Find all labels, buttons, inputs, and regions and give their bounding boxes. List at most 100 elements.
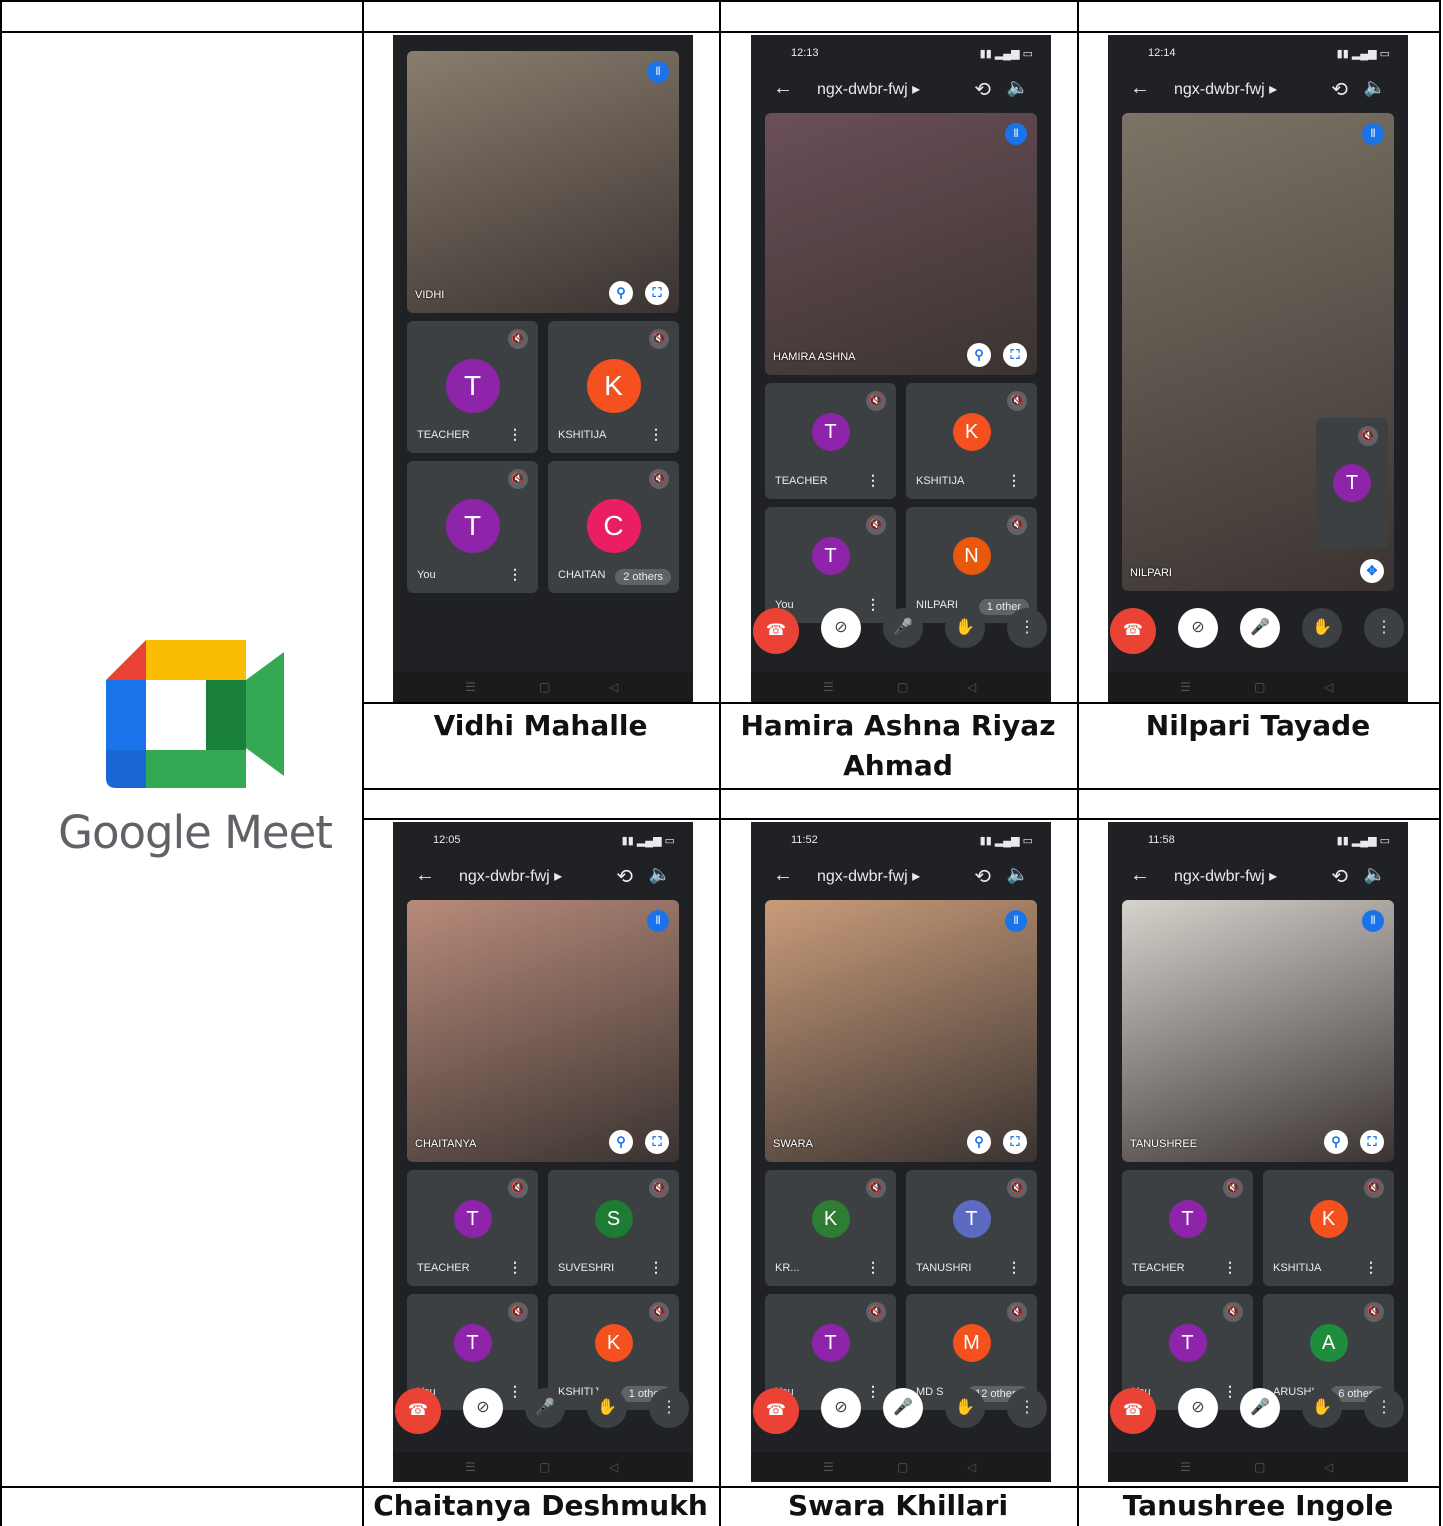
back-arrow-icon[interactable]: ← [773, 864, 793, 887]
back-arrow-icon[interactable]: ← [1130, 77, 1150, 100]
participant-tile[interactable]: 🔇 T TANUSHRI ⋮ [906, 1170, 1037, 1286]
participant-tile[interactable]: 🔇 K KSHITIJA ⋮ [548, 321, 679, 453]
back-arrow-icon[interactable]: ← [415, 864, 435, 887]
participant-tile[interactable]: 🔇 T TEACHER ⋮ [407, 1170, 538, 1286]
participant-tile[interactable]: 🔇 K KSHITIJA ⋮ [1263, 1170, 1394, 1286]
raise-hand-button[interactable]: ✋ [945, 1388, 985, 1428]
home-icon[interactable]: ▢ [1254, 1460, 1265, 1474]
participant-tile[interactable]: 🔇 S SUVESHRI ⋮ [548, 1170, 679, 1286]
home-icon[interactable]: ▢ [539, 680, 550, 694]
participant-tile[interactable]: 🔇 T You ⋮ [407, 461, 538, 593]
back-arrow-icon[interactable]: ← [1130, 864, 1150, 887]
back-icon[interactable]: ◁ [609, 680, 618, 694]
menu-icon[interactable]: ☰ [1180, 680, 1191, 694]
home-icon[interactable]: ▢ [897, 1460, 908, 1474]
switch-camera-icon[interactable]: ⟲ [974, 864, 991, 889]
fullscreen-icon[interactable]: ✥ [1360, 559, 1384, 583]
back-icon[interactable]: ◁ [1324, 680, 1333, 694]
raise-hand-button[interactable]: ✋ [587, 1388, 627, 1428]
speaker-icon[interactable]: 🔈 [649, 864, 671, 885]
more-options-icon[interactable]: ⋮ [1364, 1259, 1378, 1276]
more-options-icon[interactable]: ⋮ [508, 1259, 522, 1276]
fullscreen-icon[interactable]: ⛶ [1360, 1130, 1384, 1154]
pin-icon[interactable]: ⚲ [967, 343, 991, 367]
participant-tile[interactable]: 🔇 K KSHITIJA ⋮ [906, 383, 1037, 499]
end-call-button[interactable]: ☎ [1110, 608, 1156, 654]
participant-tile[interactable]: 🔇 N NILPARI 1 other [906, 507, 1037, 623]
raise-hand-button[interactable]: ✋ [1302, 608, 1342, 648]
more-options-button[interactable]: ⋮ [649, 1388, 689, 1428]
mic-button[interactable]: 🎤 [1240, 1388, 1280, 1428]
camera-off-button[interactable]: ⊘ [821, 1388, 861, 1428]
end-call-button[interactable]: ☎ [395, 1388, 441, 1434]
pin-icon[interactable]: ⚲ [967, 1130, 991, 1154]
end-call-button[interactable]: ☎ [753, 1388, 799, 1434]
back-arrow-icon[interactable]: ← [773, 77, 793, 100]
fullscreen-icon[interactable]: ⛶ [645, 1130, 669, 1154]
menu-icon[interactable]: ☰ [823, 680, 834, 694]
meeting-code[interactable]: ngx-dwbr-fwj ▸ [817, 866, 920, 886]
fullscreen-icon[interactable]: ⛶ [1003, 1130, 1027, 1154]
participant-tile[interactable]: 🔇 C CHAITAN 2 others [548, 461, 679, 593]
speaker-icon[interactable]: 🔈 [1007, 864, 1029, 885]
more-options-button[interactable]: ⋮ [1007, 608, 1047, 648]
mic-button[interactable]: 🎤 [883, 1388, 923, 1428]
more-options-icon[interactable]: ⋮ [1007, 472, 1021, 489]
participant-tile[interactable]: 🔇 T You ⋮ [765, 507, 896, 623]
menu-icon[interactable]: ☰ [1180, 1460, 1191, 1474]
raise-hand-button[interactable]: ✋ [945, 608, 985, 648]
home-icon[interactable]: ▢ [897, 680, 908, 694]
camera-off-button[interactable]: ⊘ [1178, 1388, 1218, 1428]
mic-button[interactable]: 🎤 [1240, 608, 1280, 648]
meeting-code[interactable]: ngx-dwbr-fwj ▸ [817, 79, 920, 99]
switch-camera-icon[interactable]: ⟲ [1331, 77, 1348, 102]
more-options-icon[interactable]: ⋮ [866, 1259, 880, 1276]
more-options-icon[interactable]: ⋮ [1223, 1259, 1237, 1276]
meeting-code[interactable]: ngx-dwbr-fwj ▸ [1174, 866, 1277, 886]
speaker-icon[interactable]: 🔈 [1364, 864, 1386, 885]
self-view-tile[interactable]: 🔇 T [1316, 418, 1388, 548]
more-options-icon[interactable]: ⋮ [649, 426, 663, 443]
switch-camera-icon[interactable]: ⟲ [1331, 864, 1348, 889]
participant-tile[interactable]: 🔇 T TEACHER ⋮ [1122, 1170, 1253, 1286]
more-options-icon[interactable]: ⋮ [866, 472, 880, 489]
camera-off-button[interactable]: ⊘ [463, 1388, 503, 1428]
menu-icon[interactable]: ☰ [465, 680, 476, 694]
fullscreen-icon[interactable]: ⛶ [1003, 343, 1027, 367]
menu-icon[interactable]: ☰ [465, 1460, 476, 1474]
back-icon[interactable]: ◁ [967, 1460, 976, 1474]
mic-button[interactable]: 🎤 [883, 608, 923, 648]
end-call-button[interactable]: ☎ [1110, 1388, 1156, 1434]
participant-tile[interactable]: 🔇 T TEACHER ⋮ [765, 383, 896, 499]
mic-button[interactable]: 🎤 [525, 1388, 565, 1428]
pin-icon[interactable]: ⚲ [1324, 1130, 1348, 1154]
menu-icon[interactable]: ☰ [823, 1460, 834, 1474]
back-icon[interactable]: ◁ [1324, 1460, 1333, 1474]
meeting-code[interactable]: ngx-dwbr-fwj ▸ [459, 866, 562, 886]
pin-icon[interactable]: ⚲ [609, 281, 633, 305]
pin-icon[interactable]: ⚲ [609, 1130, 633, 1154]
end-call-button[interactable]: ☎ [753, 608, 799, 654]
more-options-icon[interactable]: ⋮ [508, 426, 522, 443]
more-options-button[interactable]: ⋮ [1007, 1388, 1047, 1428]
raise-hand-button[interactable]: ✋ [1302, 1388, 1342, 1428]
switch-camera-icon[interactable]: ⟲ [616, 864, 633, 889]
others-count[interactable]: 2 others [615, 569, 671, 585]
speaker-icon[interactable]: 🔈 [1007, 77, 1029, 98]
more-options-button[interactable]: ⋮ [1364, 608, 1404, 648]
camera-off-button[interactable]: ⊘ [1178, 608, 1218, 648]
participant-tile[interactable]: 🔇 K KR... ⋮ [765, 1170, 896, 1286]
more-options-button[interactable]: ⋮ [1364, 1388, 1404, 1428]
more-options-icon[interactable]: ⋮ [1007, 1259, 1021, 1276]
back-icon[interactable]: ◁ [609, 1460, 618, 1474]
speaker-icon[interactable]: 🔈 [1364, 77, 1386, 98]
back-icon[interactable]: ◁ [967, 680, 976, 694]
camera-off-button[interactable]: ⊘ [821, 608, 861, 648]
meeting-code[interactable]: ngx-dwbr-fwj ▸ [1174, 79, 1277, 99]
home-icon[interactable]: ▢ [539, 1460, 550, 1474]
more-options-icon[interactable]: ⋮ [649, 1259, 663, 1276]
more-options-icon[interactable]: ⋮ [508, 566, 522, 583]
switch-camera-icon[interactable]: ⟲ [974, 77, 991, 102]
home-icon[interactable]: ▢ [1254, 680, 1265, 694]
participant-tile[interactable]: 🔇 T TEACHER ⋮ [407, 321, 538, 453]
